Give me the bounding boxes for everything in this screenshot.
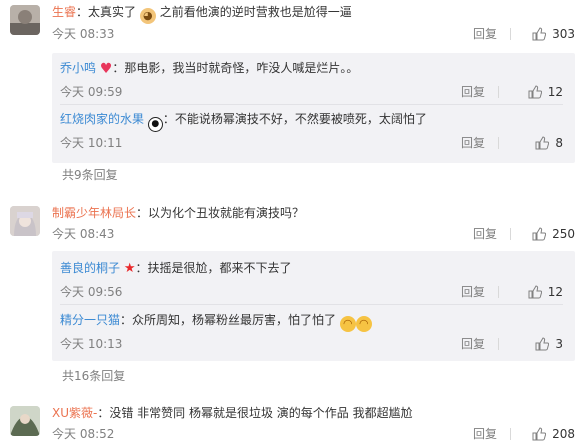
divider [510,228,511,240]
comment-time: 今天 08:52 [52,427,115,441]
reply-meta: 今天 09:56 回复 12 [60,283,563,301]
reply-text: 乔小鸣 ♥：那电影，我当时就奇怪，咋没人喊是烂片。。 [60,59,358,78]
divider [510,28,511,40]
reply-meta: 今天 10:11 回复 8 [60,134,563,152]
reply-button[interactable]: 回复 [473,25,497,43]
like-count: 250 [552,227,575,241]
reply-username[interactable]: 红烧肉家的水果 [60,112,144,126]
reply-username[interactable]: 善良的桐子 [60,261,120,275]
comment-text: XU紫薇-：没错 非常赞同 杨幂就是很垃圾 演的每个作品 我都超尴尬 [52,404,413,422]
reply-button[interactable]: 回复 [461,335,485,353]
reply-list: 善良的桐子 ★：扶摇是很尬，都来不下去了 今天 09:56 回复 12 精分一只… [52,251,575,361]
reply-content: ：那电影，我当时就奇怪，咋没人喊是烂片。。 [112,61,359,75]
heart-icon: ♥ [99,61,113,77]
like-count: 12 [547,85,563,99]
reply-button[interactable]: 回复 [461,134,485,152]
like-button[interactable]: 8 [535,134,563,152]
reply-text: 红烧肉家的水果 ● ：不能说杨幂演技不好，不然要被喷死，太阔怕了 [60,110,427,132]
doge-emoji-icon: ◕ [139,8,156,24]
reply-button[interactable]: 回复 [473,425,497,443]
reply-meta: 今天 10:13 回复 3 [60,335,563,353]
reply-item: 精分一只猫：众所周知，杨幂粉丝最厉害，怕了怕了 ◠ ◠ 今天 10:13 回复 3 [60,311,575,355]
laugh-emoji-icon: ◠ [355,316,372,332]
like-button[interactable]: 12 [528,283,563,301]
avatar[interactable] [10,5,40,35]
like-button[interactable]: 3 [535,335,563,353]
comment-3: XU紫薇-：没错 非常赞同 杨幂就是很垃圾 演的每个作品 我都超尴尬 今天 08… [0,401,587,444]
more-replies-link[interactable]: 共16条回复 [62,367,125,384]
reply-content: ：扶摇是很尬，都来不下去了 [135,261,292,275]
reply-text: 善良的桐子 ★：扶摇是很尬，都来不下去了 [60,259,292,278]
divider [498,286,499,298]
reply-button[interactable]: 回复 [461,83,485,101]
like-count: 8 [555,136,563,150]
comment-text-part: ：以为化个丑妆就能有演技吗？ [136,206,305,220]
comment-text: 制霸少年林局长：以为化个丑妆就能有演技吗？ [52,204,304,222]
reply-button[interactable]: 回复 [473,225,497,243]
comment-username[interactable]: XU紫薇- [52,406,97,420]
comment-time: 今天 08:33 [52,27,115,41]
comment-meta: 今天 08:33 回复 303 [52,25,575,43]
reply-time: 今天 10:11 [60,136,123,150]
thumbs-up-icon [532,27,547,41]
divider [510,428,511,440]
thumbs-up-icon [535,136,550,150]
reply-content: ：不能说杨幂演技不好，不然要被喷死，太阔怕了 [162,112,427,126]
avatar[interactable] [10,406,40,436]
reply-item: 乔小鸣 ♥：那电影，我当时就奇怪，咋没人喊是烂片。。 今天 09:59 回复 1… [60,59,575,103]
reply-button[interactable]: 回复 [461,283,485,301]
comment-meta: 今天 08:43 回复 250 [52,225,575,243]
comment-meta: 今天 08:52 回复 208 [52,425,575,443]
like-count: 12 [547,285,563,299]
like-count: 208 [552,427,575,441]
reply-time: 今天 09:56 [60,285,123,299]
like-count: 303 [552,27,575,41]
reply-content: ：众所周知，杨幂粉丝最厉害，怕了怕了 [120,313,337,327]
like-button[interactable]: 208 [532,425,575,443]
reply-meta: 今天 09:59 回复 12 [60,83,563,101]
comment-text-part: 之前看他演的逆时营救也是尬得一逼 [159,5,352,19]
reply-divider [60,104,563,105]
thumbs-up-icon [528,285,542,299]
reply-divider [60,304,563,305]
divider [498,86,499,98]
comment-username[interactable]: 制霸少年林局长 [52,206,136,220]
comment-2: 制霸少年林局长：以为化个丑妆就能有演技吗？ 今天 08:43 回复 250 善良… [0,201,587,396]
thumbs-up-icon [535,337,550,351]
comment-1: 生睿：太真实了 ◕ 之前看他演的逆时营救也是尬得一逼 今天 08:33 回复 3… [0,0,587,190]
more-replies-link[interactable]: 共9条回复 [62,166,118,183]
reply-time: 今天 09:59 [60,85,123,99]
reply-item: 善良的桐子 ★：扶摇是很尬，都来不下去了 今天 09:56 回复 12 [60,259,575,303]
comment-text: 生睿：太真实了 ◕ 之前看他演的逆时营救也是尬得一逼 [52,3,352,24]
comment-text-part: ：没错 非常赞同 杨幂就是很垃圾 演的每个作品 我都超尴尬 [97,406,413,420]
panda-emoji-icon: ● [147,117,163,132]
reply-time: 今天 10:13 [60,337,123,351]
divider [498,137,499,149]
reply-username[interactable]: 乔小鸣 [60,61,96,75]
comment-username[interactable]: 生睿 [52,5,76,19]
like-button[interactable]: 303 [532,25,575,43]
thumbs-up-icon [532,227,547,241]
reply-username[interactable]: 精分一只猫 [60,313,120,327]
like-count: 3 [555,337,563,351]
avatar[interactable] [10,206,40,236]
thumbs-up-icon [528,85,542,99]
like-button[interactable]: 12 [528,83,563,101]
thumbs-up-icon [532,427,547,441]
star-icon: ★ [123,261,136,276]
reply-item: 红烧肉家的水果 ● ：不能说杨幂演技不好，不然要被喷死，太阔怕了 今天 10:11… [60,110,575,154]
comment-text-part: ：太真实了 [76,5,137,19]
comment-time: 今天 08:43 [52,227,115,241]
divider [498,338,499,350]
laugh-emoji-icon: ◠ [339,316,356,332]
reply-list: 乔小鸣 ♥：那电影，我当时就奇怪，咋没人喊是烂片。。 今天 09:59 回复 1… [52,53,575,163]
reply-text: 精分一只猫：众所周知，杨幂粉丝最厉害，怕了怕了 ◠ ◠ [60,311,372,332]
like-button[interactable]: 250 [532,225,575,243]
